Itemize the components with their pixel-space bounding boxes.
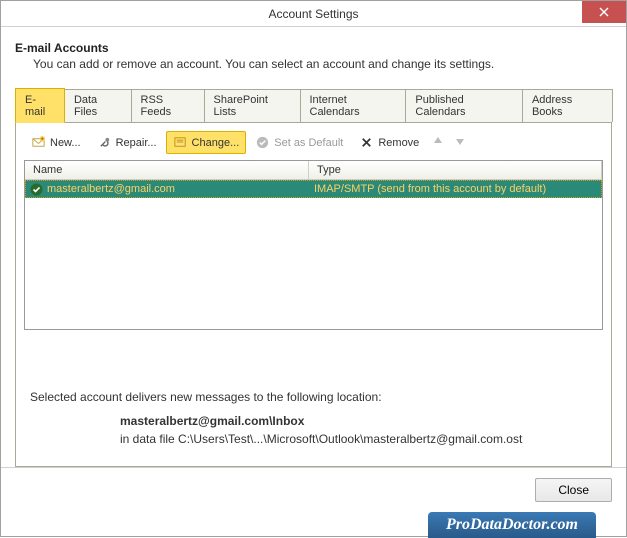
tab-address-books[interactable]: Address Books [522, 89, 613, 122]
tab-email[interactable]: E-mail [15, 88, 65, 123]
tab-published-calendars[interactable]: Published Calendars [405, 89, 523, 122]
delivery-location: masteralbertz@gmail.com\Inbox [120, 414, 597, 428]
window-close-button[interactable] [582, 1, 626, 23]
watermark: ProDataDoctor.com [428, 512, 596, 538]
table-row[interactable]: masteralbertz@gmail.com IMAP/SMTP (send … [25, 180, 602, 198]
change-button[interactable]: Change... [166, 131, 247, 154]
tab-sharepoint-lists[interactable]: SharePoint Lists [204, 89, 301, 122]
remove-icon [359, 135, 374, 150]
titlebar: Account Settings [1, 1, 626, 27]
new-label: New... [50, 137, 81, 149]
move-up-button [428, 133, 448, 152]
set-default-label: Set as Default [274, 137, 343, 149]
column-header-type[interactable]: Type [309, 161, 602, 179]
move-down-button [450, 133, 470, 152]
column-header-name[interactable]: Name [25, 161, 309, 179]
remove-button[interactable]: Remove [352, 131, 426, 154]
cell-type: IMAP/SMTP (send from this account by def… [310, 183, 601, 195]
window-title: Account Settings [268, 7, 358, 21]
tab-internet-calendars[interactable]: Internet Calendars [300, 89, 407, 122]
tab-data-files[interactable]: Data Files [64, 89, 132, 122]
repair-label: Repair... [116, 137, 157, 149]
repair-button[interactable]: Repair... [90, 131, 164, 154]
new-icon [31, 135, 46, 150]
toolbar: New... Repair... Change... [24, 131, 603, 154]
delivery-title: Selected account delivers new messages t… [30, 390, 597, 404]
change-icon [173, 135, 188, 150]
close-icon [599, 7, 609, 17]
accounts-table: Name Type masteralbertz@gmail.com IMAP/S… [24, 160, 603, 330]
arrow-down-icon [454, 135, 466, 147]
remove-label: Remove [378, 137, 419, 149]
content-area: E-mail Accounts You can add or remove an… [1, 27, 626, 467]
check-circle-icon [255, 135, 270, 150]
arrow-up-icon [432, 135, 444, 147]
close-button[interactable]: Close [535, 478, 612, 502]
header-description: You can add or remove an account. You ca… [33, 57, 612, 71]
delivery-section: Selected account delivers new messages t… [30, 390, 597, 446]
account-settings-window: Account Settings E-mail Accounts You can… [0, 0, 627, 537]
default-account-icon [30, 183, 43, 196]
tab-panel-email: New... Repair... Change... [15, 123, 612, 467]
change-label: Change... [192, 137, 240, 149]
repair-icon [97, 135, 112, 150]
delivery-path: in data file C:\Users\Test\...\Microsoft… [120, 432, 597, 446]
table-header: Name Type [25, 161, 602, 180]
new-button[interactable]: New... [24, 131, 88, 154]
account-name: masteralbertz@gmail.com [47, 183, 175, 195]
tab-rss-feeds[interactable]: RSS Feeds [131, 89, 205, 122]
footer: Close [1, 467, 626, 512]
header-section: E-mail Accounts You can add or remove an… [15, 41, 612, 71]
header-title: E-mail Accounts [15, 41, 612, 55]
tab-list: E-mail Data Files RSS Feeds SharePoint L… [15, 89, 612, 123]
cell-name: masteralbertz@gmail.com [26, 183, 310, 196]
set-default-button: Set as Default [248, 131, 350, 154]
